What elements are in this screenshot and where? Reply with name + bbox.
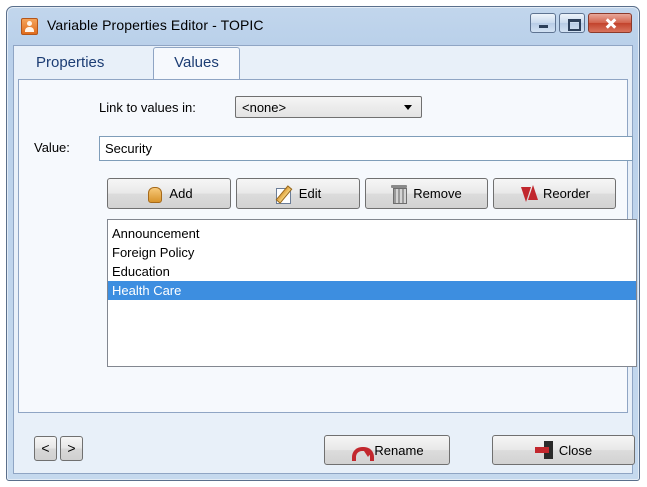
remove-button[interactable]: Remove (365, 178, 488, 209)
edit-icon (275, 185, 293, 204)
chevron-down-icon (404, 105, 412, 110)
remove-button-label: Remove (413, 186, 462, 201)
link-select-value: <none> (242, 100, 287, 115)
rename-button[interactable]: Rename (324, 435, 450, 465)
link-to-values-label: Link to values in: (99, 100, 196, 115)
list-item-selected[interactable]: Health Care (108, 281, 636, 300)
maximize-icon[interactable] (559, 13, 585, 33)
reorder-arrows-icon (519, 184, 539, 204)
value-label: Value: (34, 140, 70, 155)
list-item[interactable]: Education (108, 262, 636, 281)
values-panel: Link to values in: <none> Value: Add Edi… (18, 79, 637, 413)
caption-buttons (530, 13, 632, 35)
trash-icon (391, 184, 408, 204)
list-item[interactable]: Announcement (108, 224, 636, 243)
reorder-button[interactable]: Reorder (493, 178, 616, 209)
app-icon (21, 18, 38, 35)
exit-door-icon (534, 441, 555, 459)
footer-bar: < > Rename Close (14, 413, 635, 475)
values-list[interactable]: Announcement Foreign Policy Education He… (107, 219, 637, 367)
add-button-label: Add (169, 186, 193, 201)
list-item[interactable]: Foreign Policy (108, 243, 636, 262)
value-input[interactable] (99, 136, 633, 161)
rename-button-label: Rename (374, 442, 424, 458)
previous-button[interactable]: < (34, 436, 57, 461)
title-bar[interactable]: Variable Properties Editor - TOPIC (7, 7, 639, 45)
add-hand-icon (145, 185, 163, 203)
rename-arrow-icon (350, 443, 375, 461)
close-icon[interactable] (588, 13, 632, 33)
close-button[interactable]: Close (492, 435, 635, 465)
close-button-label: Close (558, 442, 593, 458)
edit-button[interactable]: Edit (236, 178, 360, 209)
tab-values[interactable]: Values (153, 47, 240, 80)
tab-strip: Properties Values (14, 46, 632, 80)
tab-properties[interactable]: Properties (26, 48, 114, 79)
edit-button-label: Edit (298, 186, 322, 201)
client-area: Properties Values Link to values in: <no… (13, 45, 637, 475)
next-button[interactable]: > (60, 436, 83, 461)
link-to-values-select[interactable]: <none> (235, 96, 422, 118)
window: Variable Properties Editor - TOPIC Prope… (6, 6, 640, 481)
window-title: Variable Properties Editor - TOPIC (47, 17, 264, 33)
minimize-icon[interactable] (530, 13, 556, 33)
add-button[interactable]: Add (107, 178, 231, 209)
reorder-button-label: Reorder (543, 186, 590, 201)
